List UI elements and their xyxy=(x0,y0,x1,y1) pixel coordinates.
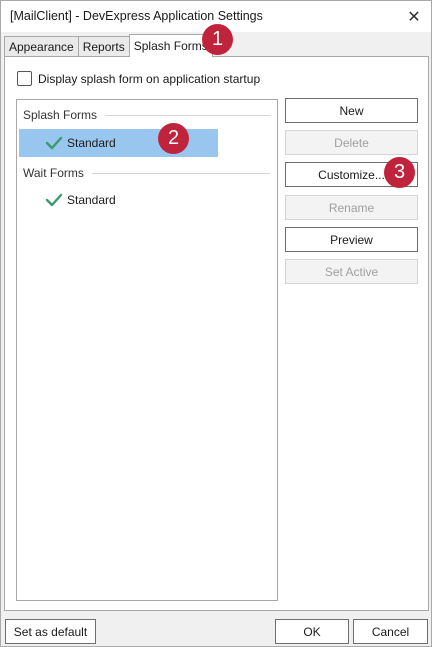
list-item-label: Standard xyxy=(67,136,116,150)
ok-button[interactable]: OK xyxy=(275,619,349,644)
set-as-default-button[interactable]: Set as default xyxy=(5,619,96,644)
callout-badge-1: 1 xyxy=(202,24,233,55)
tab-appearance[interactable]: Appearance xyxy=(4,36,79,57)
close-icon: ✕ xyxy=(407,8,421,26)
set-active-button[interactable]: Set Active xyxy=(285,259,418,284)
settings-window: [MailClient] - DevExpress Application Se… xyxy=(0,0,432,647)
startup-checkbox-row[interactable]: Display splash form on application start… xyxy=(17,71,260,86)
rename-button[interactable]: Rename xyxy=(285,195,418,220)
list-item-wait-standard[interactable]: Standard xyxy=(19,186,218,214)
cancel-button[interactable]: Cancel xyxy=(353,619,428,644)
startup-checkbox[interactable] xyxy=(17,71,32,86)
preview-button[interactable]: Preview xyxy=(285,227,418,252)
tab-splash-forms[interactable]: Splash Forms xyxy=(128,34,213,57)
group-header-splash-forms: Splash Forms xyxy=(23,108,272,122)
new-button[interactable]: New xyxy=(285,98,418,123)
checkmark-icon xyxy=(45,193,63,207)
close-button[interactable]: ✕ xyxy=(397,1,431,32)
checkmark-icon xyxy=(45,136,63,150)
tab-reports[interactable]: Reports xyxy=(77,36,130,57)
tab-strip: Appearance Reports Splash Forms xyxy=(4,34,213,57)
group-divider xyxy=(91,172,270,174)
callout-badge-3: 3 xyxy=(384,157,415,188)
group-header-wait-forms: Wait Forms xyxy=(23,166,270,180)
group-divider xyxy=(105,114,272,116)
list-item-label: Standard xyxy=(67,193,116,207)
delete-button[interactable]: Delete xyxy=(285,130,418,155)
startup-checkbox-label: Display splash form on application start… xyxy=(38,71,261,86)
window-title: [MailClient] - DevExpress Application Se… xyxy=(10,9,263,23)
splash-forms-panel: Display splash form on application start… xyxy=(4,56,429,611)
forms-list: Splash Forms Standard Wait Forms Standar… xyxy=(16,99,278,601)
group-header-label: Wait Forms xyxy=(23,166,84,180)
group-header-label: Splash Forms xyxy=(23,108,98,122)
callout-badge-2: 2 xyxy=(158,123,189,154)
